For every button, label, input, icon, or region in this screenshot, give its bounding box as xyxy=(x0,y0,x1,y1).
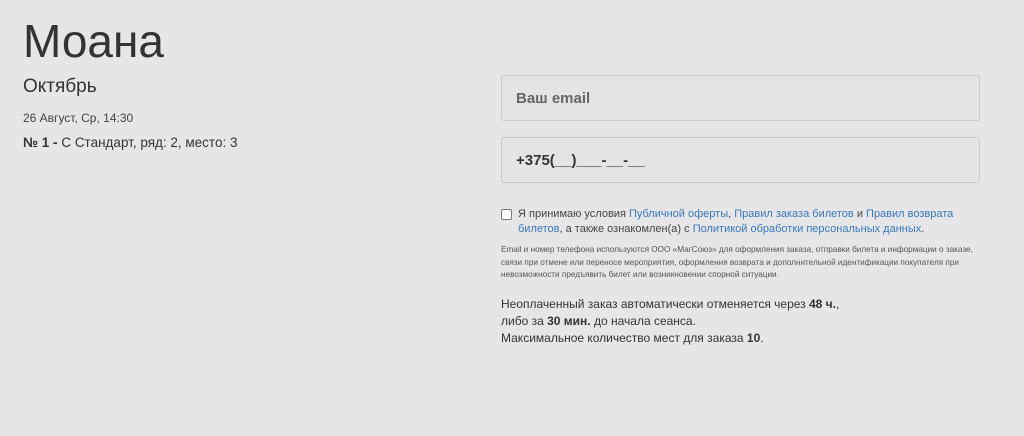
notice-line-2: либо за 30 мин. до начала сеанса. xyxy=(501,313,980,330)
notice-line-1: Неоплаченный заказ автоматически отменяе… xyxy=(501,296,980,313)
notice-line-3: Максимальное количество мест для заказа … xyxy=(501,330,980,347)
consent-text-part: Я принимаю условия xyxy=(518,208,629,220)
event-month: Октябрь xyxy=(23,76,97,97)
event-info: Моана Октябрь 26 Август, Ср, 14:30 № 1 -… xyxy=(23,14,463,152)
offer-link[interactable]: Публичной оферты xyxy=(629,208,728,220)
notice-bold: 30 мин. xyxy=(547,313,591,328)
notice-text: , xyxy=(835,296,840,311)
email-field-wrapper[interactable] xyxy=(501,75,980,121)
event-title: Моана xyxy=(23,15,164,67)
phone-field-wrapper[interactable] xyxy=(501,137,980,183)
consent-checkbox[interactable] xyxy=(501,209,512,220)
seat-info: № 1 - С Стандарт, ряд: 2, место: 3 xyxy=(23,134,463,152)
privacy-policy-link[interactable]: Политикой обработки персональных данных xyxy=(693,223,922,235)
notice-text: до начала сеанса. xyxy=(590,313,696,328)
notice-text: Максимальное количество мест для заказа xyxy=(501,330,747,345)
notice-text: либо за xyxy=(501,313,548,328)
order-form: Я принимаю условия Публичной оферты, Пра… xyxy=(501,75,980,347)
consent-text-part: . xyxy=(921,223,925,235)
email-field[interactable] xyxy=(516,89,979,107)
consent-text-part: , а также ознакомлен(а) с xyxy=(559,223,693,235)
order-notice: Неоплаченный заказ автоматически отменяе… xyxy=(501,296,980,347)
seat-number: № 1 - xyxy=(23,135,62,150)
order-rules-link[interactable]: Правил заказа билетов xyxy=(734,208,854,220)
notice-text: Неоплаченный заказ автоматически отменяе… xyxy=(501,296,809,311)
seat-detail: С Стандарт, ряд: 2, место: 3 xyxy=(61,135,238,150)
data-usage-disclaimer: Email и номер телефона используются ООО … xyxy=(501,245,973,279)
phone-field[interactable] xyxy=(516,151,979,169)
notice-bold: 48 ч. xyxy=(809,296,836,311)
consent-text: Я принимаю условия Публичной оферты, Пра… xyxy=(518,207,968,237)
consent-text-part: и xyxy=(853,208,867,220)
notice-bold: 10 xyxy=(746,330,761,345)
consent-row: Я принимаю условия Публичной оферты, Пра… xyxy=(501,207,980,237)
notice-text: . xyxy=(760,330,764,345)
event-datetime: 26 Август, Ср, 14:30 xyxy=(23,111,134,125)
